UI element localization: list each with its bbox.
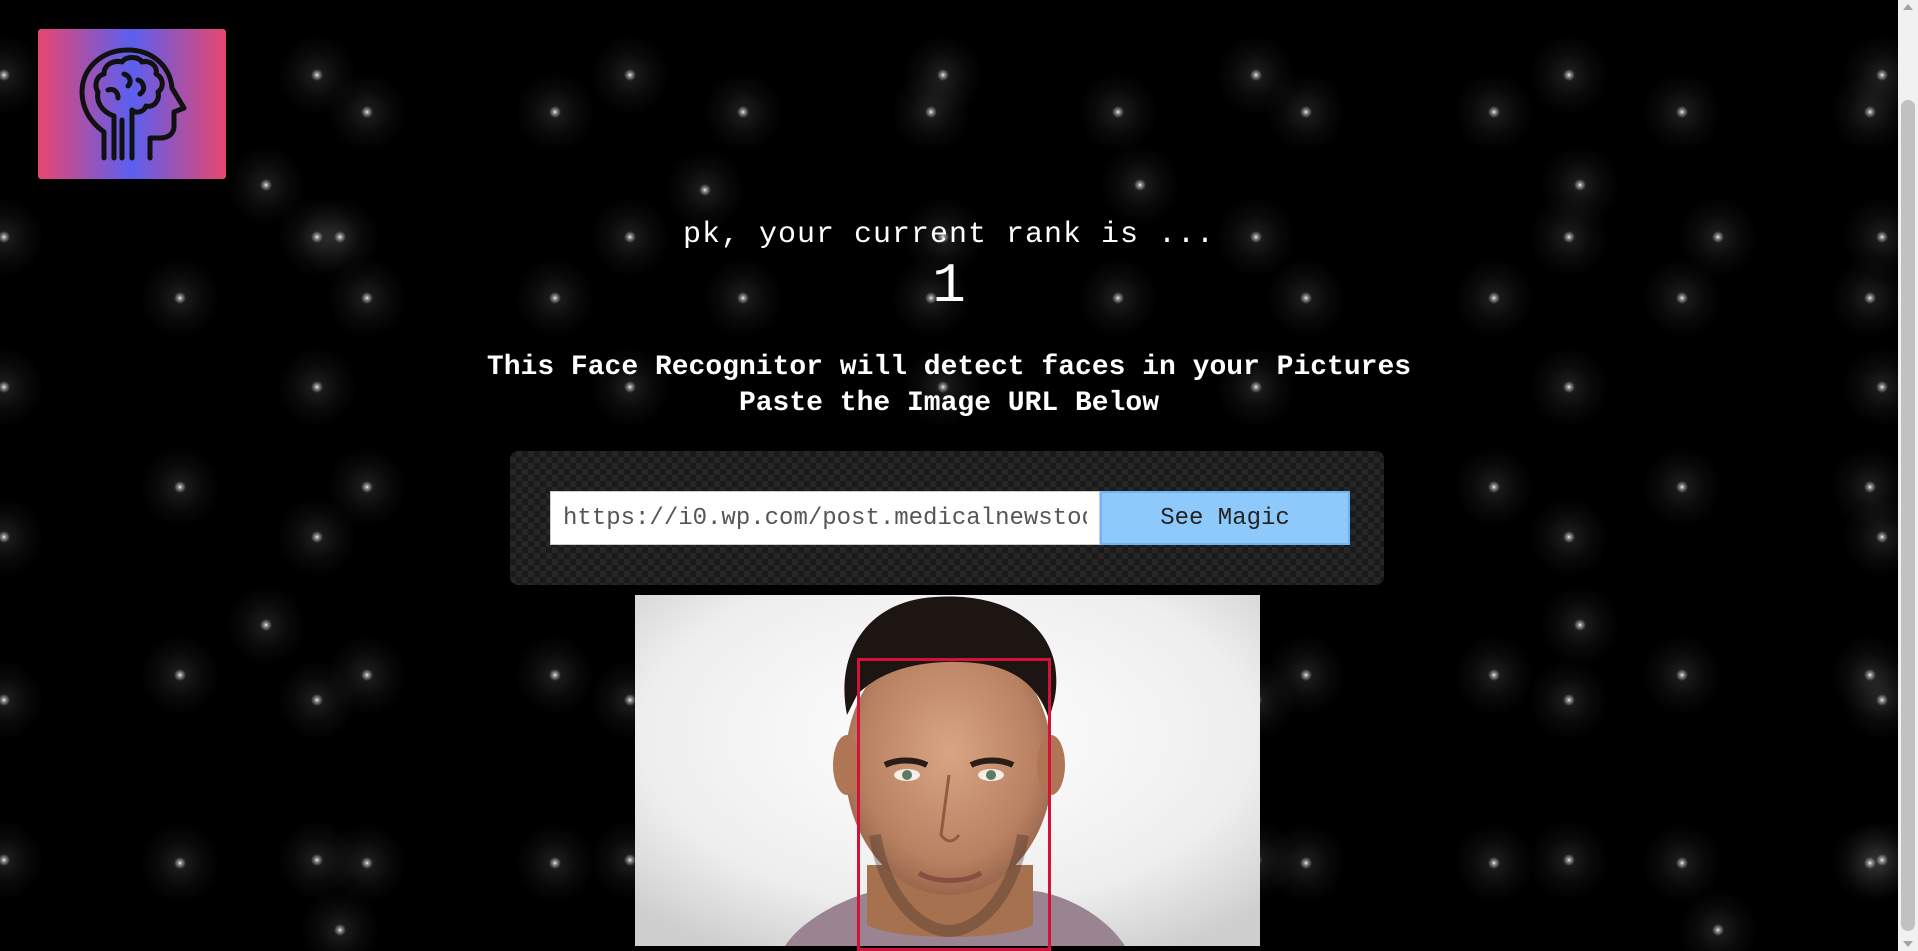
particle [226, 145, 306, 225]
particle [1100, 145, 1180, 225]
particle [0, 820, 44, 900]
particle [0, 497, 44, 577]
rank-value: 1 [932, 254, 966, 318]
particle [0, 660, 44, 740]
particle [1266, 635, 1346, 715]
particle [1830, 823, 1898, 903]
url-form: See Magic [510, 451, 1384, 585]
particle [590, 35, 670, 115]
particle [1540, 145, 1620, 225]
page-scrollbar[interactable] [1898, 0, 1918, 951]
particle [1529, 660, 1609, 740]
particle [1078, 72, 1158, 152]
scroll-down-arrow-icon[interactable] [1903, 941, 1913, 947]
image-url-input[interactable] [550, 491, 1100, 545]
particle [140, 823, 220, 903]
particle [1454, 72, 1534, 152]
particle [1540, 585, 1620, 665]
particle [1529, 497, 1609, 577]
headline: This Face Recognitor will detect faces i… [0, 350, 1898, 422]
particle [1266, 823, 1346, 903]
particle [1529, 820, 1609, 900]
logo[interactable] [38, 29, 226, 179]
scroll-up-arrow-icon[interactable] [1903, 4, 1913, 10]
particle [515, 823, 595, 903]
particle [327, 635, 407, 715]
particle [515, 635, 595, 715]
particle [891, 72, 971, 152]
page: pk, your current rank is ... 1 This Face… [0, 0, 1918, 951]
particle [1454, 635, 1534, 715]
particle [703, 72, 783, 152]
headline-line-2: Paste the Image URL Below [738, 388, 1160, 419]
particle [1529, 35, 1609, 115]
brain-head-icon [79, 47, 187, 161]
particle [1830, 72, 1898, 152]
particle [1266, 72, 1346, 152]
particle [1642, 72, 1722, 152]
rank-label: pk, your current rank is ... [682, 218, 1216, 252]
particle [226, 585, 306, 665]
scroll-thumb[interactable] [1901, 100, 1915, 931]
particle [327, 447, 407, 527]
particle [140, 635, 220, 715]
particle [1830, 447, 1898, 527]
particle [1642, 447, 1722, 527]
particle [1454, 823, 1534, 903]
see-magic-button[interactable]: See Magic [1100, 491, 1350, 545]
particle [1830, 635, 1898, 715]
particle [1454, 447, 1534, 527]
particle [1642, 635, 1722, 715]
particle [515, 72, 595, 152]
headline-line-1: This Face Recognitor will detect faces i… [486, 352, 1412, 383]
particle [140, 447, 220, 527]
face-detection-box [857, 658, 1051, 951]
particle [327, 72, 407, 152]
